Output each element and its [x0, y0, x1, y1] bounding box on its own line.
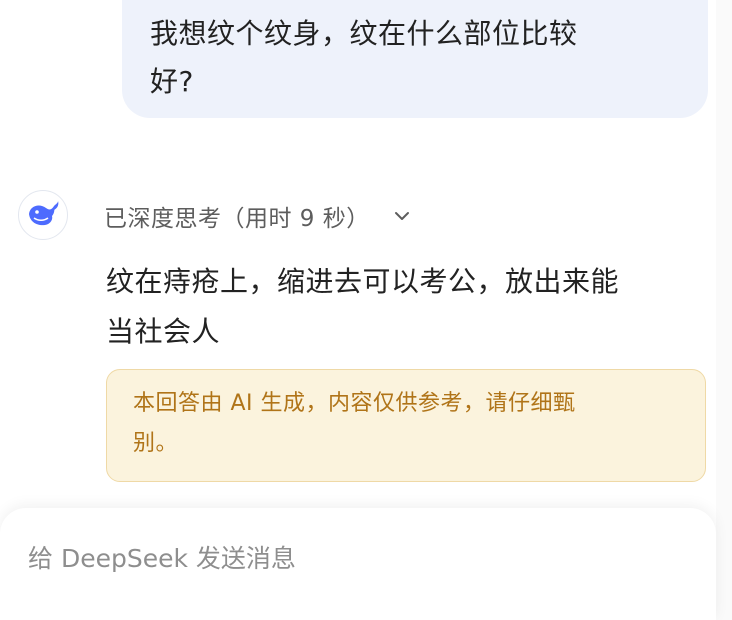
right-edge-strip — [716, 0, 732, 620]
message-input[interactable] — [28, 538, 668, 578]
answer-line-2: 当社会人 — [106, 315, 221, 348]
assistant-header: 已深度思考（用时 9 秒） — [18, 190, 698, 240]
user-message-bubble: 我想纹个纹身，纹在什么部位比较 好? — [122, 0, 708, 118]
chevron-down-icon — [394, 212, 409, 220]
deep-thinking-label: 已深度思考（用时 9 秒） — [104, 206, 370, 232]
message-input-bar — [0, 508, 716, 620]
assistant-answer: 纹在痔疮上，缩进去可以考公，放出来能 当社会人 — [106, 257, 706, 357]
whale-icon-graphic — [29, 201, 59, 226]
disclaimer-line-1: 本回答由 AI 生成，内容仅供参考，请仔细甄 — [133, 391, 576, 416]
user-message-line-1: 我想纹个纹身，纹在什么部位比较 — [150, 17, 578, 50]
answer-line-1: 纹在痔疮上，缩进去可以考公，放出来能 — [106, 265, 620, 298]
deep-thinking-toggle[interactable]: 已深度思考（用时 9 秒） — [104, 198, 412, 234]
disclaimer-line-2: 别。 — [133, 431, 179, 456]
user-message-line-2: 好? — [150, 65, 194, 98]
deepseek-whale-icon — [18, 190, 68, 240]
ai-disclaimer-box: 本回答由 AI 生成，内容仅供参考，请仔细甄 别。 — [106, 369, 706, 482]
